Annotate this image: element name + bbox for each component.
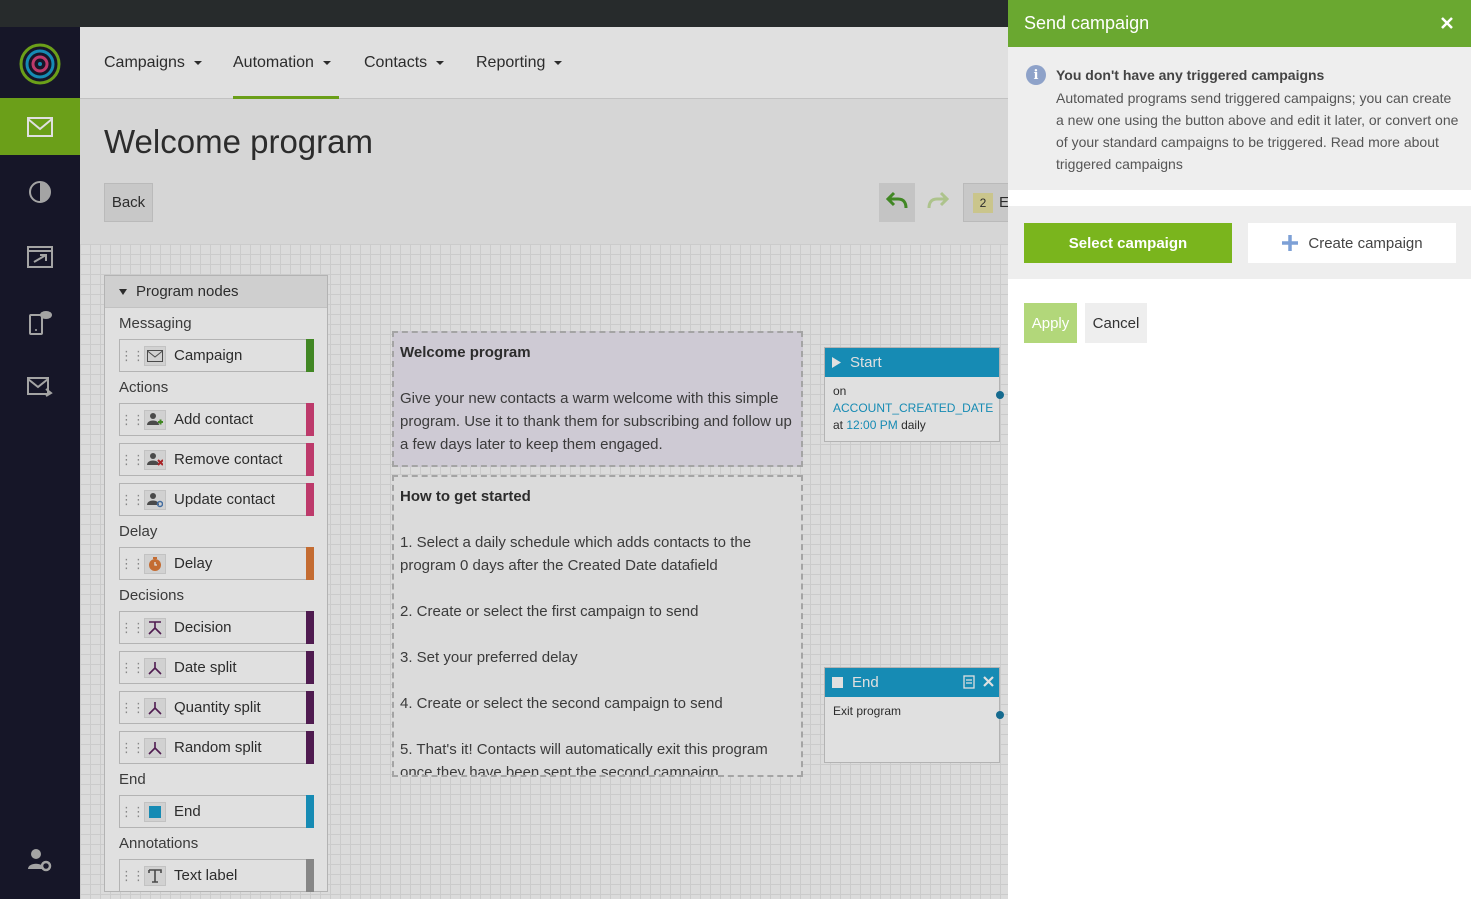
create-campaign-button[interactable]: Create campaign [1248, 223, 1456, 263]
modal-overlay[interactable] [0, 0, 1008, 899]
panel-title: Send campaign [1024, 13, 1150, 33]
select-campaign-button[interactable]: Select campaign [1024, 223, 1232, 263]
campaign-choice-bar: Select campaign Create campaign [1008, 206, 1471, 279]
close-icon[interactable] [1437, 13, 1457, 33]
apply-button[interactable]: Apply [1024, 303, 1077, 343]
info-text: Automated programs send triggered campai… [1056, 90, 1459, 172]
cancel-button[interactable]: Cancel [1085, 303, 1147, 343]
create-campaign-label: Create campaign [1308, 234, 1423, 252]
info-message: i You don't have any triggered campaigns… [1008, 47, 1471, 190]
send-campaign-panel: Send campaign i You don't have any trigg… [1008, 0, 1471, 899]
info-title: You don't have any triggered campaigns [1056, 67, 1325, 83]
panel-header: Send campaign [1008, 0, 1471, 47]
info-icon: i [1026, 65, 1046, 85]
plus-icon [1281, 234, 1299, 252]
